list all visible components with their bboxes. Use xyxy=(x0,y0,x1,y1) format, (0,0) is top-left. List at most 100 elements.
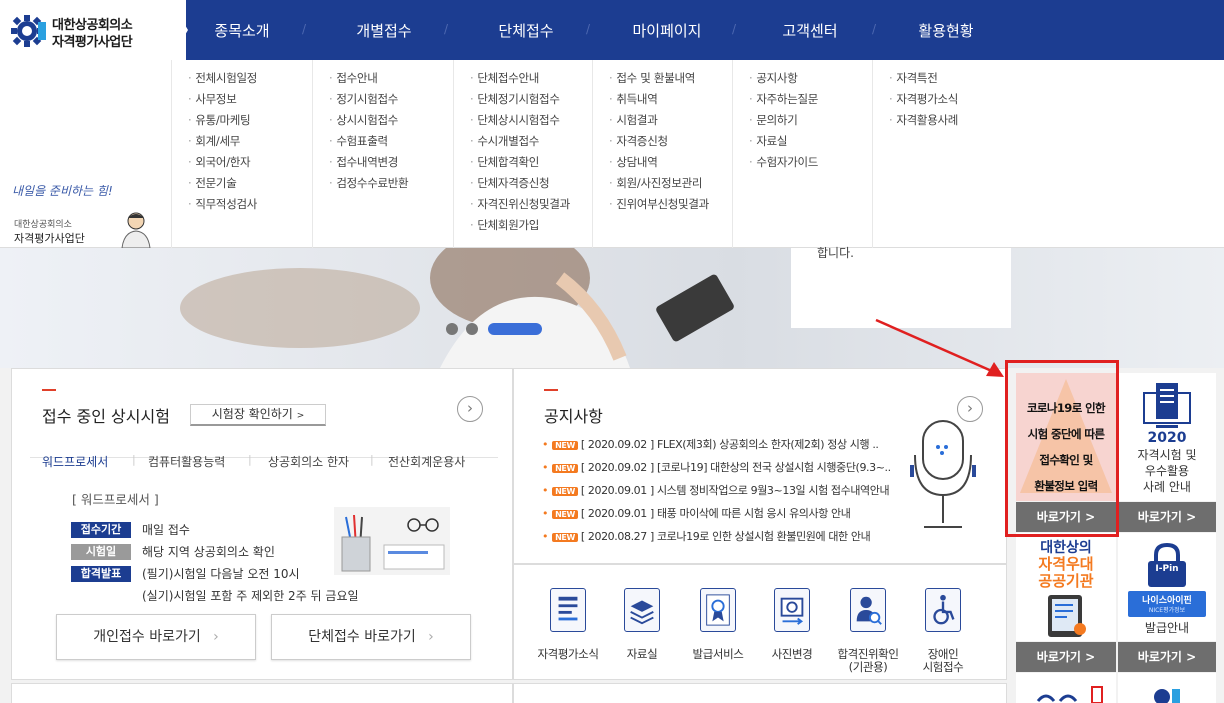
new-badge: NEW xyxy=(552,532,578,542)
issue-text: 발급안내 xyxy=(1144,621,1190,635)
partial-card-left[interactable] xyxy=(1016,673,1116,703)
nav-item-mypage[interactable]: 마이페이지 xyxy=(624,0,710,60)
quick-link-photo[interactable]: 사진변경 xyxy=(756,588,828,678)
quick-link-disabled[interactable]: 장애인 시험접수 xyxy=(906,588,980,678)
menu-link[interactable]: 사무정보 xyxy=(188,89,312,110)
tab-accounting[interactable]: 전산회계운용사 xyxy=(388,453,465,470)
quick-link-issue[interactable]: 발급서비스 xyxy=(680,588,756,678)
menu-link[interactable]: 직무적성검사 xyxy=(188,194,312,215)
menu-link[interactable]: 자격증신청 xyxy=(609,131,732,152)
chevron-right-icon: › xyxy=(213,629,219,645)
notice-item[interactable]: • NEW[ 2020.09.01 ] 시스템 정비작업으로 9월3~13일 시험… xyxy=(542,482,890,498)
tab-word[interactable]: 워드프로세서 xyxy=(42,453,108,470)
more-exams-button[interactable]: › xyxy=(457,396,483,422)
menu-link[interactable]: 정기시험접수 xyxy=(329,89,453,110)
quick-link-library[interactable]: 자료실 xyxy=(606,588,678,678)
nav-separator: / xyxy=(444,22,449,36)
menu-link[interactable]: 자격특전 xyxy=(889,68,1224,89)
menu-link[interactable]: 수시개별접수 xyxy=(470,131,592,152)
group-apply-label: 단체접수 바로가기 xyxy=(308,629,416,645)
menu-link[interactable]: 접수 및 환불내역 xyxy=(609,68,732,89)
pref-line: 공공기관 xyxy=(1038,572,1094,590)
menu-column-individual: 접수안내정기시험접수상시시험접수수험표출력접수내역변경검정수수료반환 xyxy=(312,60,453,248)
banner-dot-1[interactable] xyxy=(446,323,458,335)
ipin-card[interactable]: I-Pin 나이스아이핀 NICE평가정보 발급안내 xyxy=(1118,533,1216,641)
notice-item[interactable]: • NEW[ 2020.08.27 ] 코로나19로 인한 상설시험 환불민원에 … xyxy=(542,528,871,544)
group-apply-button[interactable]: 단체접수 바로가기 › xyxy=(271,614,471,660)
ipin-go-button[interactable]: 바로가기 > xyxy=(1118,642,1216,672)
menu-link[interactable]: 단체합격확인 xyxy=(470,152,592,173)
menu-link[interactable]: 접수안내 xyxy=(329,68,453,89)
result-extra-text: (실기)시험일 포함 주 제외한 2주 뒤 금요일 xyxy=(142,589,359,603)
menu-link[interactable]: 취득내역 xyxy=(609,89,732,110)
menu-link[interactable]: 시험결과 xyxy=(609,110,732,131)
side-org2: 자격평가사업단 xyxy=(14,232,85,245)
quick-link-verify[interactable]: 합격진위확인 (기관용) xyxy=(828,588,908,678)
quick-link-label: 합격진위확인 (기관용) xyxy=(837,647,899,674)
check-venue-button[interactable]: 시험장 확인하기 > xyxy=(190,404,326,426)
pref-go-button[interactable]: 바로가기 > xyxy=(1016,642,1116,672)
mega-menu: 내일을 준비하는 힘! 대한상공회의소 자격평가사업단 전체시험일정사무정보유통… xyxy=(0,60,1224,248)
menu-link[interactable]: 단체자격증신청 xyxy=(470,173,592,194)
menu-link[interactable]: 상담내역 xyxy=(609,152,732,173)
menu-link[interactable]: 전체시험일정 xyxy=(188,68,312,89)
menu-link[interactable]: 자격활용사례 xyxy=(889,110,1224,131)
menu-link[interactable]: 수험표출력 xyxy=(329,131,453,152)
nav-item-support[interactable]: 고객센터 xyxy=(774,0,846,60)
quick-link-label: 자격평가소식 xyxy=(537,647,599,661)
menu-link[interactable]: 자격진위신청및결과 xyxy=(470,194,592,215)
quick-link-news[interactable]: 자격평가소식 xyxy=(530,588,606,678)
menu-link[interactable]: 회원/사진정보관리 xyxy=(609,173,732,194)
nav-item-intro[interactable]: 종목소개 xyxy=(206,0,278,60)
menu-link[interactable]: 접수내역변경 xyxy=(329,152,453,173)
menu-link[interactable]: 단체정기시험접수 xyxy=(470,89,592,110)
year-cases-card[interactable]: 2020 자격시험 및 우수활용 사례 안내 xyxy=(1118,373,1216,501)
menu-link[interactable]: 전문기술 xyxy=(188,173,312,194)
exam-panel: 접수 중인 상시시험 시험장 확인하기 > › 워드프로세서 컴퓨터활용능력 상… xyxy=(11,368,513,680)
nav-separator: / xyxy=(302,22,307,36)
menu-link[interactable]: 유통/마케팅 xyxy=(188,110,312,131)
notice-item[interactable]: • NEW[ 2020.09.02 ] [코로나19] 대한상의 전국 상설시험 … xyxy=(542,459,891,475)
banner-dot-active[interactable] xyxy=(488,323,542,335)
nav-item-group[interactable]: 단체접수 xyxy=(490,0,562,60)
check-venue-label: 시험장 확인하기 xyxy=(211,407,293,421)
menu-link[interactable]: 회계/세무 xyxy=(188,131,312,152)
menu-link[interactable]: 진위여부신청및결과 xyxy=(609,194,732,215)
banner-dot-2[interactable] xyxy=(466,323,478,335)
pref-line: 자격우대 xyxy=(1038,555,1094,573)
nav-separator: / xyxy=(872,22,877,36)
menu-link[interactable]: 공지사항 xyxy=(749,68,872,89)
partial-logo-icon xyxy=(1036,686,1103,703)
result-text: (필기)시험일 다음날 오전 10시 xyxy=(142,567,300,581)
menu-link[interactable]: 단체상시시험접수 xyxy=(470,110,592,131)
bullet-icon: • xyxy=(542,484,549,497)
nav-item-usage[interactable]: 활용현황 xyxy=(910,0,982,60)
notice-item-text: [ 2020.09.02 ] FLEX(제3회) 상공회의소 한자(제2회) 정… xyxy=(580,438,879,451)
tab-hanja[interactable]: 상공회의소 한자 xyxy=(268,453,349,470)
menu-link[interactable]: 단체접수안내 xyxy=(470,68,592,89)
menu-link[interactable]: 문의하기 xyxy=(749,110,872,131)
photo-change-icon xyxy=(774,588,810,632)
menu-link[interactable]: 자주하는질문 xyxy=(749,89,872,110)
nav-item-individual[interactable]: 개별접수 xyxy=(348,0,420,60)
news-icon xyxy=(550,588,586,632)
year-go-button[interactable]: 바로가기 > xyxy=(1118,502,1216,532)
menu-link[interactable]: 상시시험접수 xyxy=(329,110,453,131)
tab-separator: | xyxy=(370,453,374,466)
menu-link[interactable]: 검정수수료반환 xyxy=(329,173,453,194)
annotation-highlight-box xyxy=(1005,360,1119,537)
notice-item[interactable]: • NEW[ 2020.09.01 ] 태풍 마이삭에 따른 시험 응시 유의사항… xyxy=(542,505,851,521)
period-text: 매일 접수 xyxy=(142,523,190,537)
menu-link[interactable]: 자격평가소식 xyxy=(889,89,1224,110)
notice-item[interactable]: • NEW[ 2020.09.02 ] FLEX(제3회) 상공회의소 한자(제2… xyxy=(542,436,879,452)
year-desc-line: 자격시험 및 xyxy=(1137,448,1197,462)
individual-apply-button[interactable]: 개인접수 바로가기 › xyxy=(56,614,256,660)
ipin-label: I-Pin xyxy=(1155,564,1179,574)
menu-link[interactable]: 외국어/한자 xyxy=(188,152,312,173)
tab-computer[interactable]: 컴퓨터활용능력 xyxy=(148,453,225,470)
menu-link[interactable]: 단체회원가입 xyxy=(470,215,592,236)
menu-link[interactable]: 자료실 xyxy=(749,131,872,152)
partial-card-right[interactable] xyxy=(1118,673,1216,703)
menu-link[interactable]: 수험자가이드 xyxy=(749,152,872,173)
preferred-agencies-card[interactable]: 대한상의 자격우대 공공기관 xyxy=(1016,533,1116,641)
